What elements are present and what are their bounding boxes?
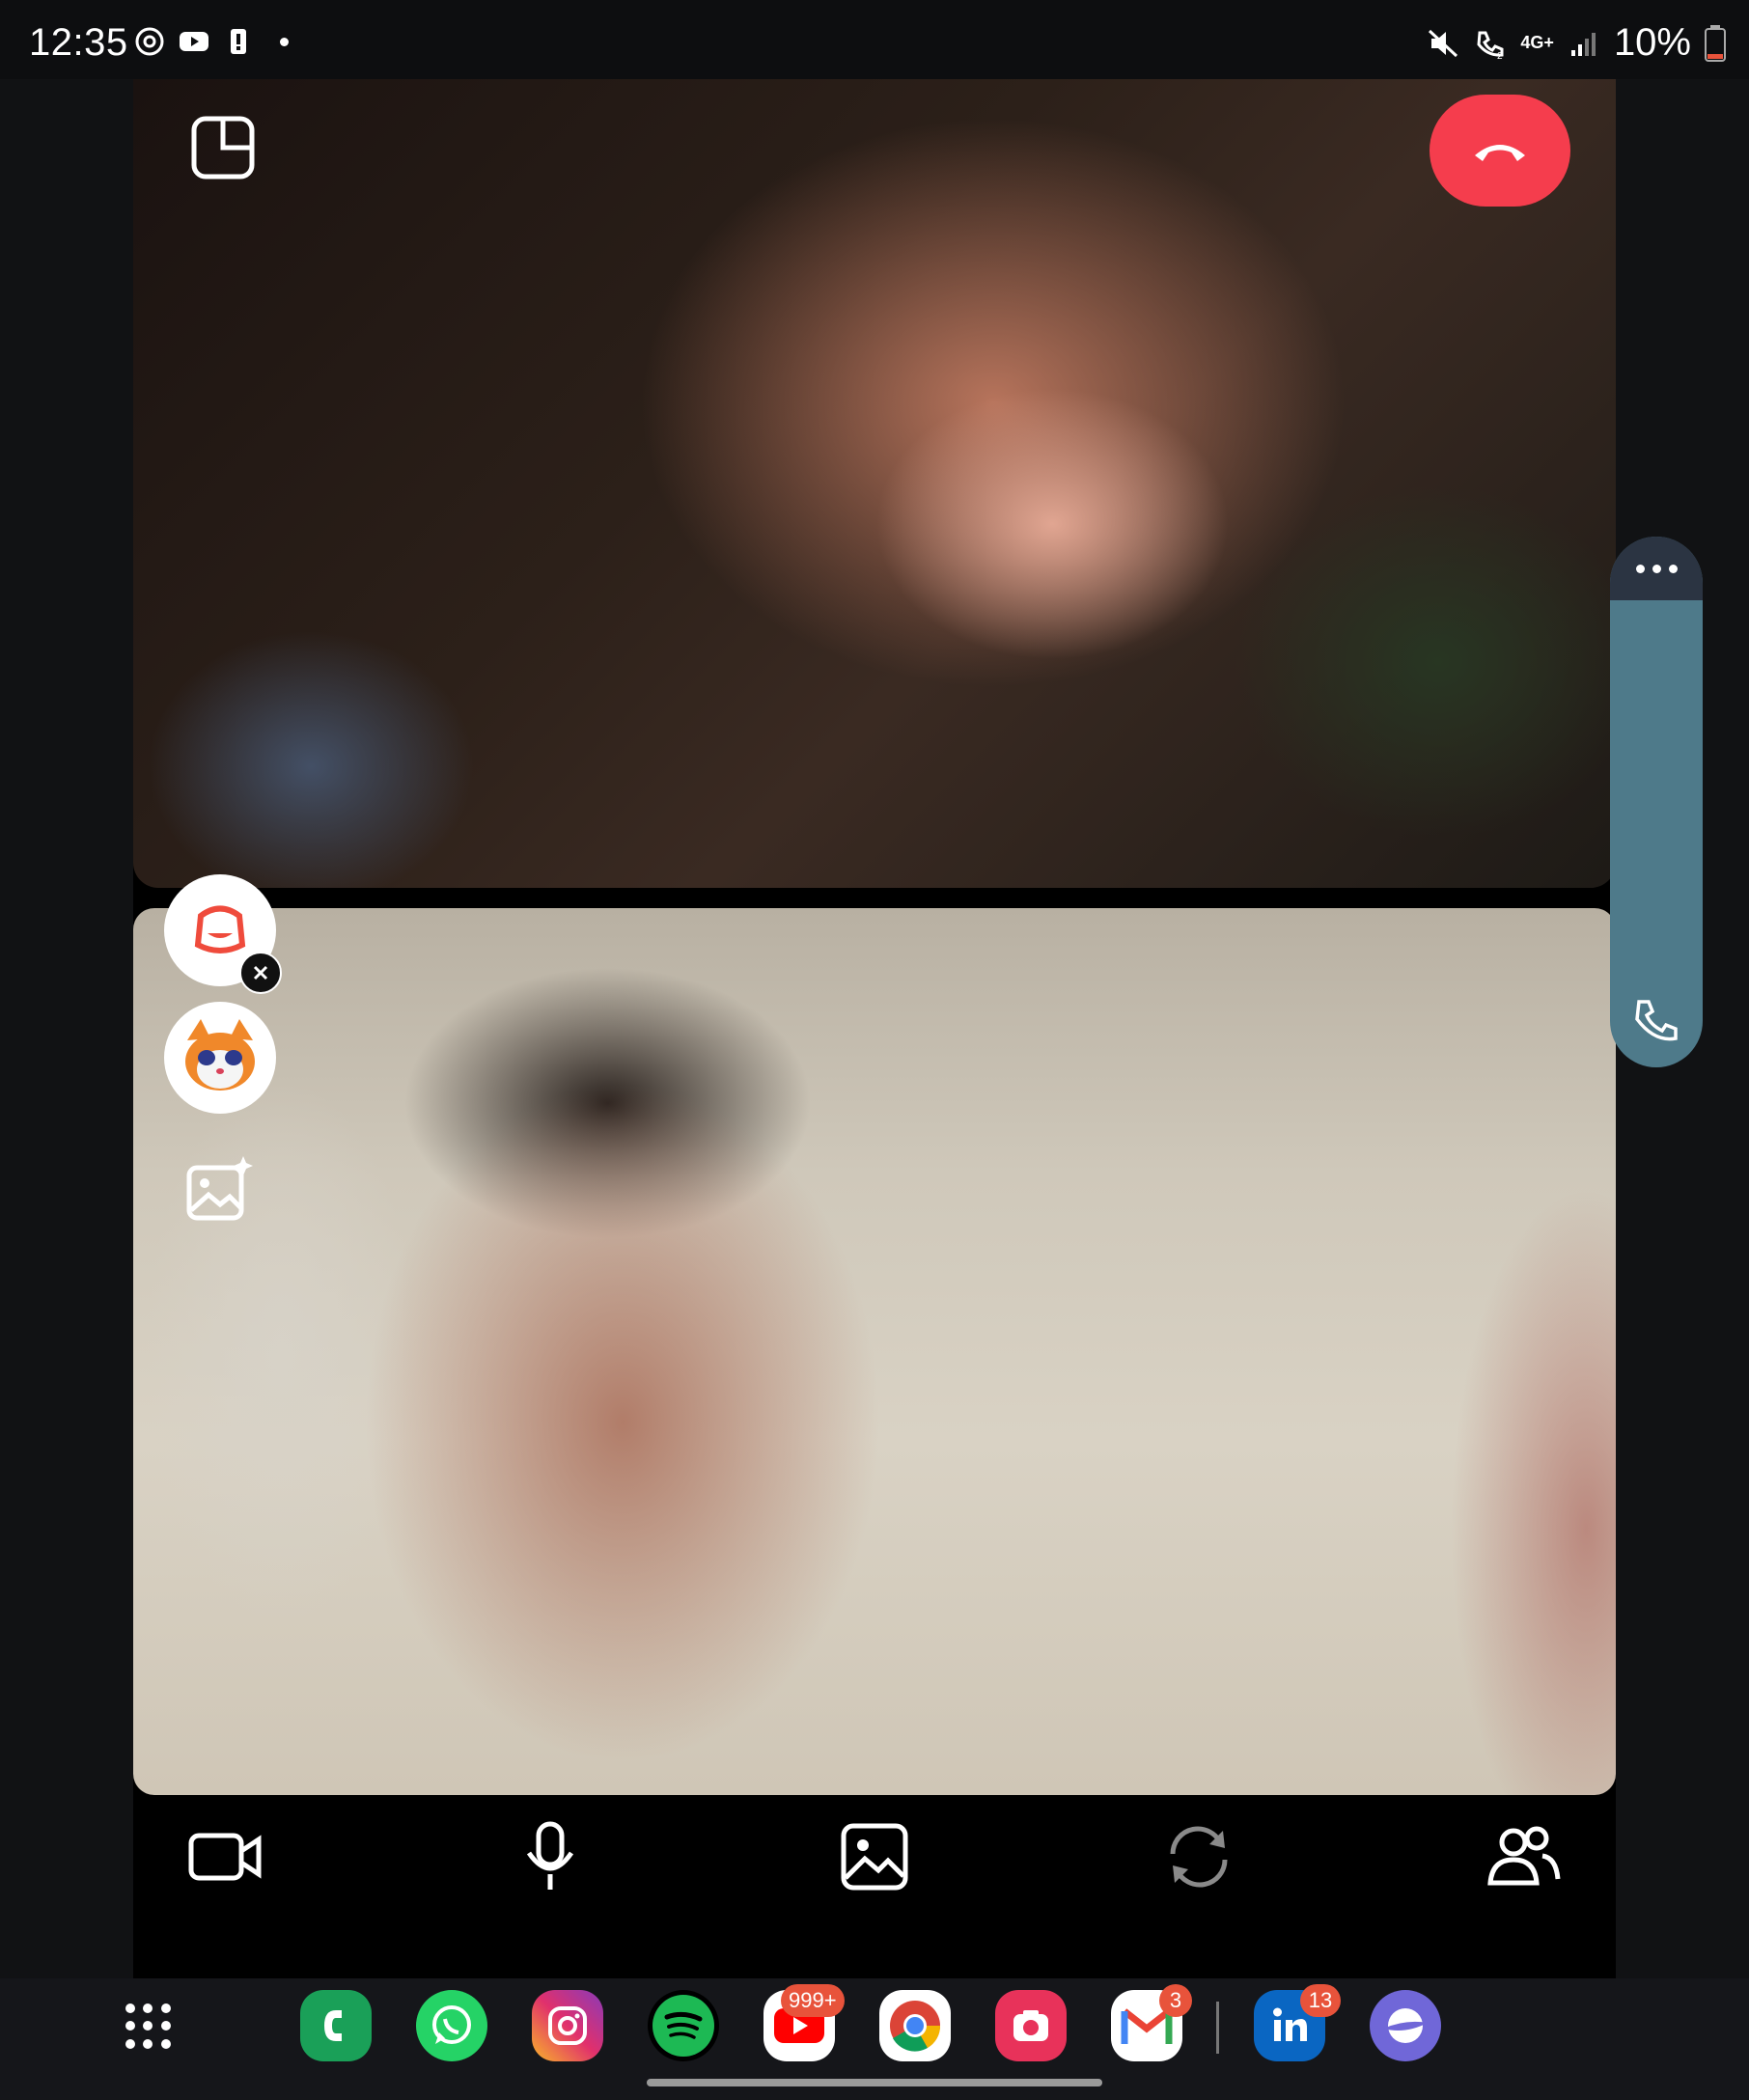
- spotify-icon[interactable]: [648, 1990, 719, 2061]
- taskbar-dock: 999+ 3 13: [0, 1978, 1749, 2100]
- close-icon: [253, 965, 268, 981]
- more-dot: [1652, 564, 1661, 573]
- sticker-effect-icon: [194, 905, 246, 953]
- camera-app-icon[interactable]: [995, 1990, 1067, 2061]
- samsung-internet-icon[interactable]: [1370, 1990, 1441, 2061]
- cat-avatar-icon: [185, 1019, 255, 1091]
- notification-dot: [280, 37, 289, 46]
- signal-icon: [1570, 32, 1596, 56]
- more-options-button[interactable]: [1610, 537, 1703, 600]
- chrome-icon[interactable]: [879, 1990, 951, 2061]
- camera-glyph: [1013, 2010, 1048, 2041]
- app-drawer-button[interactable]: [125, 2003, 172, 2050]
- gmail-badge: 3: [1159, 1984, 1192, 2017]
- threads-icon: [135, 27, 164, 56]
- ai-image-icon[interactable]: [183, 1152, 257, 1226]
- status-right: 2 4G+ 10%: [1428, 21, 1726, 65]
- microphone-icon: [526, 1821, 574, 1890]
- spotify-glyph: [652, 1995, 714, 2057]
- youtube-icon: [180, 32, 208, 51]
- network-type: 4G+: [1520, 33, 1554, 52]
- video-camera-icon: [188, 1833, 262, 1881]
- switch-camera-icon: [1170, 1826, 1228, 1888]
- status-bar: 12:35 2 4G+ 10%: [0, 0, 1749, 79]
- video-call-area: [133, 79, 1616, 1978]
- whatsapp-glyph: [432, 2005, 471, 2044]
- home-indicator[interactable]: [647, 2079, 1102, 2086]
- remove-effect-button[interactable]: [239, 952, 282, 994]
- gallery-icon: [841, 1823, 908, 1891]
- instagram-glyph: [548, 2006, 587, 2045]
- mute-icon: [1429, 29, 1458, 57]
- youtube-badge: 999+: [781, 1984, 845, 2017]
- status-time: 12:35: [29, 21, 128, 64]
- participants-icon: [1487, 1826, 1561, 1886]
- phone-app-icon[interactable]: [300, 1990, 372, 2061]
- call-controls-bar: [133, 1816, 1616, 1913]
- more-dot: [1668, 564, 1678, 573]
- linkedin-badge: 13: [1300, 1984, 1341, 2017]
- phone-icon[interactable]: [1631, 996, 1681, 1046]
- sim-slot-label: 2: [1497, 51, 1503, 60]
- end-call-button[interactable]: [1430, 95, 1570, 207]
- hang-up-icon: [1475, 145, 1525, 161]
- dock-divider: [1216, 2002, 1219, 2054]
- youtube-app-icon[interactable]: 999+: [763, 1984, 845, 2061]
- more-dot: [1635, 564, 1645, 573]
- cat-filter-button[interactable]: [164, 1002, 276, 1114]
- internet-glyph: [1383, 2008, 1428, 2043]
- battery-alert-icon: [231, 29, 246, 54]
- layout-toggle-icon[interactable]: [189, 114, 257, 181]
- edge-panel-handle[interactable]: [1610, 537, 1703, 1067]
- mute-button[interactable]: [510, 1816, 591, 1897]
- remote-participant-video[interactable]: [133, 79, 1616, 888]
- wifi-call-icon: 2: [1477, 31, 1504, 60]
- video-toggle-button[interactable]: [185, 1816, 266, 1897]
- chrome-glyph: [890, 2001, 941, 2052]
- linkedin-icon[interactable]: 13: [1254, 1984, 1341, 2061]
- instagram-icon[interactable]: [532, 1990, 603, 2061]
- self-preview-video[interactable]: [133, 908, 1616, 1795]
- phone-glyph: [324, 2010, 342, 2041]
- battery-low-icon: [1705, 24, 1726, 62]
- battery-percentage: 10%: [1613, 21, 1691, 64]
- share-image-button[interactable]: [834, 1816, 915, 1897]
- gmail-icon[interactable]: 3: [1111, 1984, 1192, 2061]
- switch-camera-button[interactable]: [1158, 1816, 1239, 1897]
- status-left-icons: [133, 25, 289, 58]
- participants-button[interactable]: [1483, 1816, 1564, 1897]
- whatsapp-icon[interactable]: [416, 1990, 487, 2061]
